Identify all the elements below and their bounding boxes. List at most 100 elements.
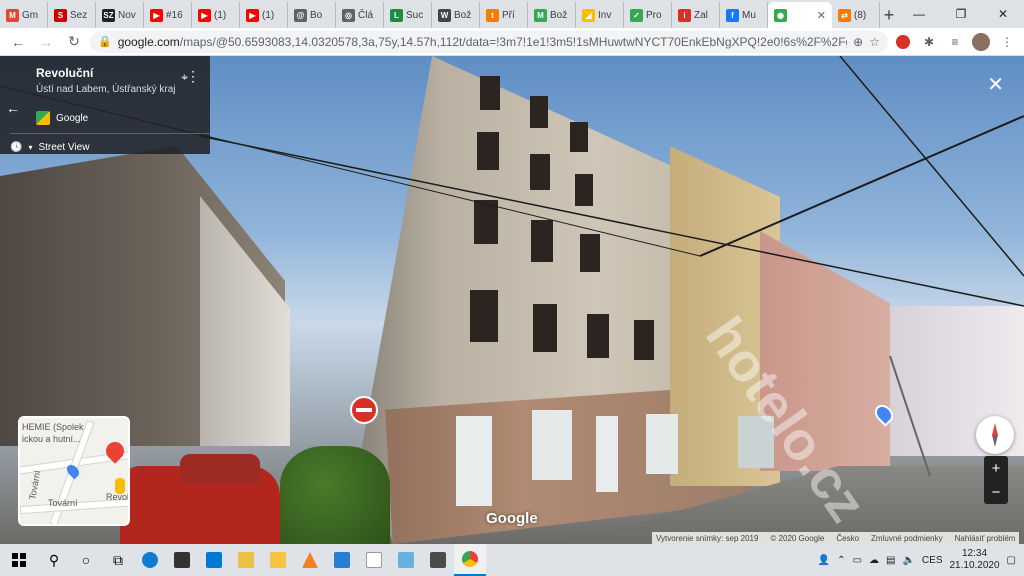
- profile-avatar[interactable]: [970, 31, 992, 53]
- chrome-icon[interactable]: [454, 544, 486, 576]
- browser-tab[interactable]: ◉ ✕: [768, 2, 832, 28]
- url-text: google.com/maps/@50.6593083,14.0320578,3…: [117, 34, 848, 49]
- window-controls: — ❐ ✕: [898, 0, 1024, 28]
- youtube-icon: ▶: [246, 8, 259, 22]
- tab-label: Bo: [310, 9, 323, 21]
- street-view-mode-dropdown[interactable]: 🕓 ▾ Street View: [10, 142, 200, 153]
- back-arrow-icon[interactable]: ←: [6, 100, 20, 116]
- paint-icon[interactable]: [230, 544, 262, 576]
- globe-icon: ◎: [342, 8, 355, 22]
- tab-label: (8): [854, 9, 867, 21]
- app-icon[interactable]: [390, 544, 422, 576]
- youtube-icon: ▶: [198, 8, 211, 22]
- report-problem-link[interactable]: Nahlásiť problém: [955, 534, 1016, 543]
- search-icon[interactable]: ⚲: [38, 544, 70, 576]
- cortana-icon[interactable]: ○: [70, 544, 102, 576]
- windows-start-icon[interactable]: [0, 544, 38, 576]
- people-icon[interactable]: 👤: [818, 555, 830, 566]
- store-icon[interactable]: [166, 544, 198, 576]
- zoom-out-icon[interactable]: −: [984, 480, 1008, 504]
- browser-tab[interactable]: t Pří: [480, 2, 528, 28]
- browser-tab[interactable]: L Suc: [384, 2, 432, 28]
- wikipedia-icon: W: [438, 8, 451, 22]
- browser-tab[interactable]: ⇄ (8): [832, 2, 880, 28]
- m-icon: M: [534, 8, 547, 22]
- back-arrow-icon[interactable]: ←: [6, 30, 30, 54]
- bookmark-star-icon[interactable]: ☆: [869, 35, 880, 49]
- more-options-icon[interactable]: ⋮: [186, 68, 200, 85]
- language-indicator[interactable]: CES: [922, 555, 943, 566]
- browser-tab[interactable]: i Zal: [672, 2, 720, 28]
- new-tab-button[interactable]: +: [880, 2, 898, 28]
- place-info-panel: ← Revoluční Ústí nad Labem, Ústřanský kr…: [0, 56, 210, 154]
- browser-tab[interactable]: ▶ (1): [240, 2, 288, 28]
- tab-label: Mu: [742, 9, 756, 21]
- info-icon: i: [678, 8, 691, 22]
- browser-tab[interactable]: ▶ #16: [144, 2, 192, 28]
- browser-tab-strip: M Gm S Sez SZ Nov ▶ #16 ▶ (1) ▶ (1) @ Bo ◎ Člá L Suc W Bož t…: [0, 0, 1024, 28]
- zoom-in-icon[interactable]: +: [984, 456, 1008, 480]
- country-link[interactable]: Česko: [836, 534, 859, 543]
- file-explorer-icon[interactable]: [262, 544, 294, 576]
- reload-icon[interactable]: ↻: [62, 30, 86, 54]
- edge-icon[interactable]: [134, 544, 166, 576]
- browser-tab[interactable]: ◎ Člá: [336, 2, 384, 28]
- compass-icon[interactable]: [976, 416, 1014, 454]
- browser-tab[interactable]: M Gm: [0, 2, 48, 28]
- browser-tab[interactable]: f Mu: [720, 2, 768, 28]
- browser-tab[interactable]: M Bož: [528, 2, 576, 28]
- google-maps-icon: ◉: [774, 8, 787, 22]
- restore-icon[interactable]: ❐: [940, 0, 982, 28]
- address-bar[interactable]: 🔒 google.com/maps/@50.6593083,14.0320578…: [90, 30, 888, 53]
- close-tab-icon[interactable]: ✕: [817, 9, 826, 22]
- zoom-plus-icon[interactable]: ⊕: [853, 35, 863, 49]
- tab-label: Inv: [598, 9, 612, 21]
- browser-tab[interactable]: ✓ Pro: [624, 2, 672, 28]
- app-icon[interactable]: [326, 544, 358, 576]
- minimap-street-label: Tovární: [27, 469, 43, 501]
- minimap[interactable]: HEMIE (Spolek ickou a hutní... Tovární T…: [18, 416, 130, 526]
- close-icon[interactable]: ✕: [987, 72, 1004, 97]
- browser-tab[interactable]: SZ Nov: [96, 2, 144, 28]
- tab-label: (1): [214, 9, 227, 21]
- close-window-icon[interactable]: ✕: [982, 0, 1024, 28]
- arrows-icon: ⇄: [838, 8, 851, 22]
- browser-tab[interactable]: ◢ Inv: [576, 2, 624, 28]
- chevron-up-icon[interactable]: ⌃: [837, 555, 845, 566]
- browser-tab[interactable]: ▶ (1): [192, 2, 240, 28]
- tab-label: Člá: [358, 9, 374, 21]
- browser-tab[interactable]: W Bož: [432, 2, 480, 28]
- terms-link[interactable]: Zmluvné podmienky: [871, 534, 943, 543]
- network-icon[interactable]: ▤: [886, 555, 895, 566]
- clock[interactable]: 12:34 21.10.2020: [949, 548, 999, 572]
- tab-label: #16: [166, 9, 183, 21]
- extensions-puzzle-icon[interactable]: ✱: [918, 31, 940, 53]
- calculator-icon[interactable]: [422, 544, 454, 576]
- tab-label: Pří: [502, 9, 515, 21]
- system-tray: 👤 ⌃ ▭ ☁ ▤ 🔈 CES 12:34 21.10.2020 ▢: [818, 548, 1024, 572]
- forward-arrow-icon[interactable]: →: [34, 30, 58, 54]
- clock-date: 21.10.2020: [949, 560, 1000, 571]
- copyright: © 2020 Google: [770, 533, 825, 543]
- pegman-icon[interactable]: [115, 478, 125, 494]
- chrome-menu-icon[interactable]: ⋮: [996, 31, 1018, 53]
- battery-icon[interactable]: ▭: [853, 555, 862, 566]
- onedrive-icon[interactable]: ☁: [869, 555, 879, 566]
- browser-tab[interactable]: @ Bo: [288, 2, 336, 28]
- provider-label: Google: [56, 112, 89, 124]
- notifications-icon[interactable]: ▢: [1007, 555, 1016, 566]
- tool-icon: t: [486, 8, 499, 22]
- extension-red-icon[interactable]: [892, 31, 914, 53]
- divider: [10, 133, 210, 134]
- mail-icon[interactable]: [198, 544, 230, 576]
- media-control-icon[interactable]: ≡: [944, 31, 966, 53]
- notepad-icon[interactable]: [358, 544, 390, 576]
- volume-icon[interactable]: 🔈: [902, 555, 914, 566]
- folder-icon: ◢: [582, 8, 595, 22]
- browser-tab[interactable]: S Sez: [48, 2, 96, 28]
- task-view-icon[interactable]: ⧉: [102, 544, 134, 576]
- street-view-panorama[interactable]: hotelo.cz ← Revoluční Ústí nad Labem, Ús…: [0, 56, 1024, 544]
- map-footer: Vytvorenie snímky: sep 2019 © 2020 Googl…: [652, 532, 1020, 544]
- vlc-icon[interactable]: [294, 544, 326, 576]
- minimize-icon[interactable]: —: [898, 0, 940, 28]
